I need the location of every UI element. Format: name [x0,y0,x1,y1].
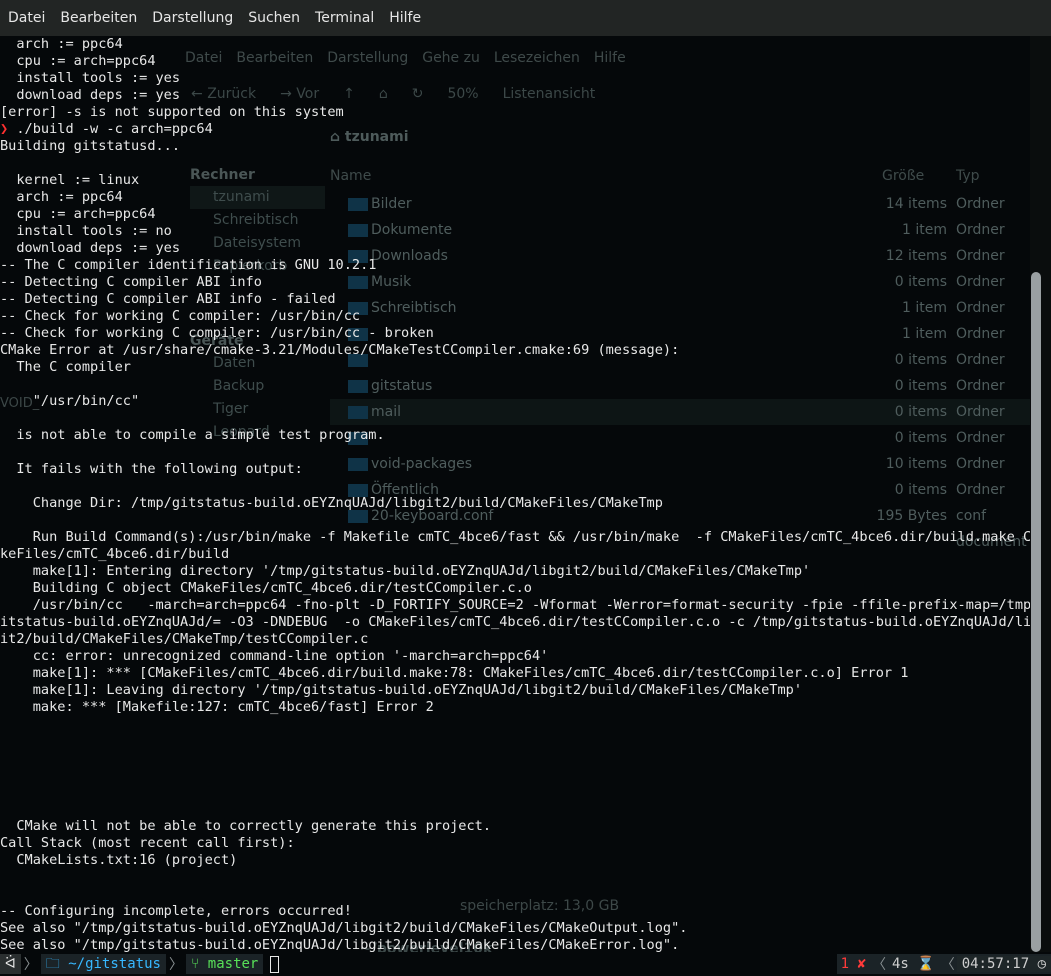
menu-darstellung[interactable]: Darstellung [145,10,240,26]
terminal-line: cpu := arch=ppc64 [0,206,156,222]
terminal-line: cc: error: unrecognized command-line opt… [0,648,549,664]
terminal-line: CMake Error at /usr/share/cmake-3.21/Mod… [0,342,680,358]
terminal-line: make[1]: *** [CMakeFiles/cmTC_4bce6.dir/… [0,665,909,681]
terminal-line: "/usr/bin/cc" [0,393,140,409]
exit-status: 1 ✘ [840,956,866,972]
terminal-line: ❯ ./build -w -c arch=ppc64 [0,121,213,137]
terminal-line: -- Configuring incomplete, errors occurr… [0,903,352,919]
terminal-line: -- Check for working C compiler: /usr/bi… [0,308,361,324]
prompt-chevron-icon: ❯ [0,121,9,137]
terminal-line: -- Check for working C compiler: /usr/bi… [0,325,434,341]
clock-icon: ◷ [1037,956,1046,972]
terminal-line: It fails with the following output: [0,461,303,477]
terminal-line: CMakeLists.txt:16 (project) [0,852,238,868]
terminal-line: make[1]: Entering directory '/tmp/gitsta… [0,563,811,579]
separator-icon: 〉 [23,957,38,973]
terminal-line: arch := ppc64 [0,36,123,52]
terminal-line: install tools := no [0,223,172,239]
terminal-line: download deps := yes [0,240,181,256]
scrollbar-thumb[interactable] [1031,272,1041,952]
terminal-line: See also "/tmp/gitstatus-build.oEYZnqUAJ… [0,937,680,952]
terminal-line: /usr/bin/cc -march=arch=ppc64 -fno-plt -… [0,597,1030,613]
terminal-line: -- Detecting C compiler ABI info [0,274,262,290]
terminal-line: it2/build/CMakeFiles/CMakeTmp/testCCompi… [0,631,369,647]
terminal-line: Call Stack (most recent call first): [0,835,295,851]
terminal-line: keFiles/cmTC_4bce6.dir/build [0,546,230,562]
terminal-line: cpu := arch=ppc64 [0,53,156,69]
cross-icon: ✘ [857,956,866,972]
terminal-line: is not able to compile a simple test pro… [0,427,385,443]
terminal-line: -- The C compiler identification is GNU … [0,257,377,273]
terminal-output[interactable]: arch := ppc64 cpu := arch=ppc64 install … [0,36,1030,952]
branch-text: master [207,956,259,972]
menu-datei[interactable]: Datei [1,10,52,26]
terminal-line: install tools := yes [0,70,181,86]
terminal-line: Building C object CMakeFiles/cmTC_4bce6.… [0,580,532,596]
folder-icon: 🗀 [45,956,69,972]
terminal-line: CMake will not be able to correctly gene… [0,818,492,834]
terminal-line: download deps := yes [0,87,181,103]
git-branch-icon: ⑂ [190,956,208,972]
terminal-line: Run Build Command(s):/usr/bin/make -f Ma… [0,529,1030,545]
menu-terminal[interactable]: Terminal [308,10,381,26]
terminal-menubar: Datei Bearbeiten Darstellung Suchen Terminal… [0,0,1051,36]
shell-prompt[interactable]: ᐛ 〉 🗀 ~/gitstatus 〉 ⑂ master 1 ✘ 〈 4s ⌛ … [0,952,1051,976]
terminal-line: make: *** [Makefile:127: cmTC_4bce6/fast… [0,699,434,715]
menu-suchen[interactable]: Suchen [241,10,307,26]
right-prompt: 1 ✘ 〈 4s ⌛ 〈 04:57:17 ◷ [836,954,1051,974]
menu-hilfe[interactable]: Hilfe [382,10,428,26]
prompt-git: ⑂ master [185,954,264,974]
terminal-line: arch := ppc64 [0,189,123,205]
terminal-line: Building gitstatusd... [0,138,181,154]
separator-icon: 〈 [871,957,886,973]
terminal-line: itstatus-build.oEYZnqUAJd/= -O3 -DNDEBUG… [0,614,1030,630]
directory-text: ~/gitstatus [68,956,161,972]
terminal-line: [error] -s is not supported on this syst… [0,104,344,120]
void-linux-icon: ᐛ [0,954,21,974]
menu-bearbeiten[interactable]: Bearbeiten [53,10,144,26]
clock-time: 04:57:17 ◷ [956,956,1051,972]
prompt-directory: 🗀 ~/gitstatus [40,954,166,974]
separator-icon: 〉 [168,957,183,973]
command-duration: 4s ⌛ [891,956,935,972]
terminal-cursor [270,955,280,973]
terminal-line: kernel := linux [0,172,140,188]
hourglass-icon: ⌛ [917,956,935,972]
terminal-line: Change Dir: /tmp/gitstatus-build.oEYZnqU… [0,495,663,511]
terminal-line: -- Detecting C compiler ABI info - faile… [0,291,336,307]
separator-icon: 〈 [940,957,955,973]
terminal-line: The C compiler [0,359,131,375]
terminal-line: make[1]: Leaving directory '/tmp/gitstat… [0,682,803,698]
terminal-line: See also "/tmp/gitstatus-build.oEYZnqUAJ… [0,920,688,936]
